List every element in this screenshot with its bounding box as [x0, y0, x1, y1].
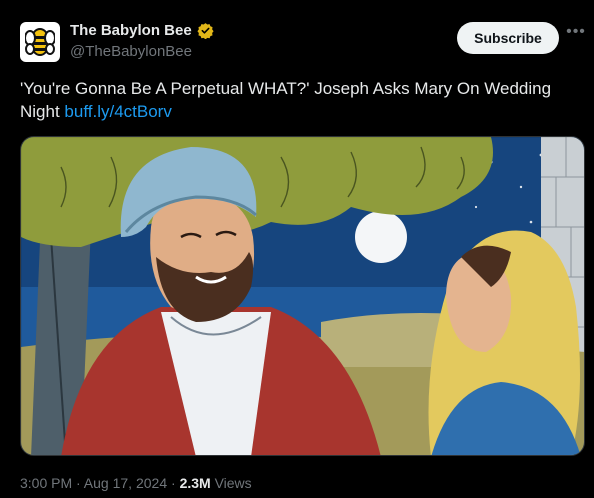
- views-count: 2.3M: [179, 475, 211, 491]
- tweet-link[interactable]: buff.ly/4ctBorv: [64, 102, 171, 121]
- verified-badge-icon: [197, 23, 214, 39]
- tweet-meta: 3:00 PM · Aug 17, 2024 · 2.3M Views: [20, 475, 252, 491]
- views-label: Views: [214, 475, 252, 491]
- timestamp[interactable]: 3:00 PM · Aug 17, 2024: [20, 475, 167, 491]
- more-options-icon[interactable]: •••: [566, 24, 586, 46]
- biblical-illustration: [21, 137, 584, 455]
- bee-logo-icon: [25, 28, 55, 56]
- tweet-media-image[interactable]: [20, 136, 585, 456]
- account-name-row: The Babylon Bee: [70, 22, 214, 39]
- meta-separator: ·: [167, 475, 180, 491]
- display-name[interactable]: The Babylon Bee: [70, 22, 192, 39]
- subscribe-button[interactable]: Subscribe: [457, 22, 559, 54]
- account-handle[interactable]: @TheBabylonBee: [70, 43, 192, 60]
- tweet-text: 'You're Gonna Be A Perpetual WHAT?' Jose…: [20, 77, 570, 123]
- avatar[interactable]: [20, 22, 60, 62]
